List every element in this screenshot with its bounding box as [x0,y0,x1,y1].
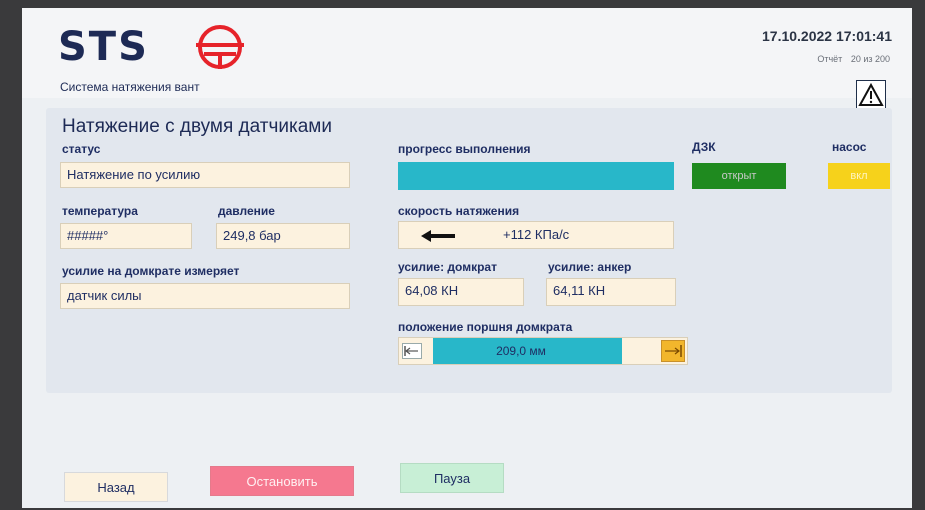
logo: STS [58,24,149,70]
progress-label: прогресс выполнения [398,142,531,156]
report-label: Отчёт [817,54,843,64]
extend-icon[interactable] [661,340,685,362]
arrow-left-icon [421,230,455,242]
piston-value: 209,0 мм [496,344,546,358]
temperature-label: температура [62,204,138,218]
header: STS Система натяжения вант 17.10.2022 17… [22,8,912,126]
warning-triangle-icon [858,82,884,106]
pressure-field: 249,8 бар [216,223,350,249]
dzk-status-button[interactable]: открыт [692,163,786,189]
speed-value: +112 КПа/с [503,227,570,242]
jack-force-label: усилие: домкрат [398,260,497,274]
system-subtitle: Система натяжения вант [60,80,200,94]
speed-label: скорость натяжения [398,204,520,218]
datetime: 17.10.2022 17:01:41 [762,28,892,44]
retract-icon[interactable] [402,343,422,359]
dzk-label: ДЗК [692,140,716,154]
report-info: Отчёт 20 из 200 [811,54,890,64]
sts-red-logo-icon [196,25,244,70]
temperature-field: #####° [60,223,192,249]
progress-bar [398,162,674,190]
hmi-screen: STS Система натяжения вант 17.10.2022 17… [22,8,912,508]
speed-field: +112 КПа/с [398,221,674,249]
anchor-force-field: 64,11 КН [546,278,676,306]
status-field: Натяжение по усилию [60,162,350,188]
pump-label: насос [832,140,867,154]
pump-status-button[interactable]: вкл [828,163,890,189]
status-label: статус [62,142,101,156]
force-source-field: датчик силы [60,283,350,309]
pause-button[interactable]: Пауза [400,463,504,493]
page-title: Натяжение с двумя датчиками [62,116,332,137]
back-button[interactable]: Назад [64,472,168,502]
force-source-label: усилие на домкрате измеряет [62,264,240,278]
report-count: 20 из 200 [850,54,890,64]
jack-force-field: 64,08 КН [398,278,524,306]
stop-button[interactable]: Остановить [210,466,354,496]
piston-position-bar: 209,0 мм [398,337,688,365]
piston-label: положение поршня домкрата [398,320,573,334]
anchor-force-label: усилие: анкер [548,260,632,274]
pressure-label: давление [218,204,275,218]
